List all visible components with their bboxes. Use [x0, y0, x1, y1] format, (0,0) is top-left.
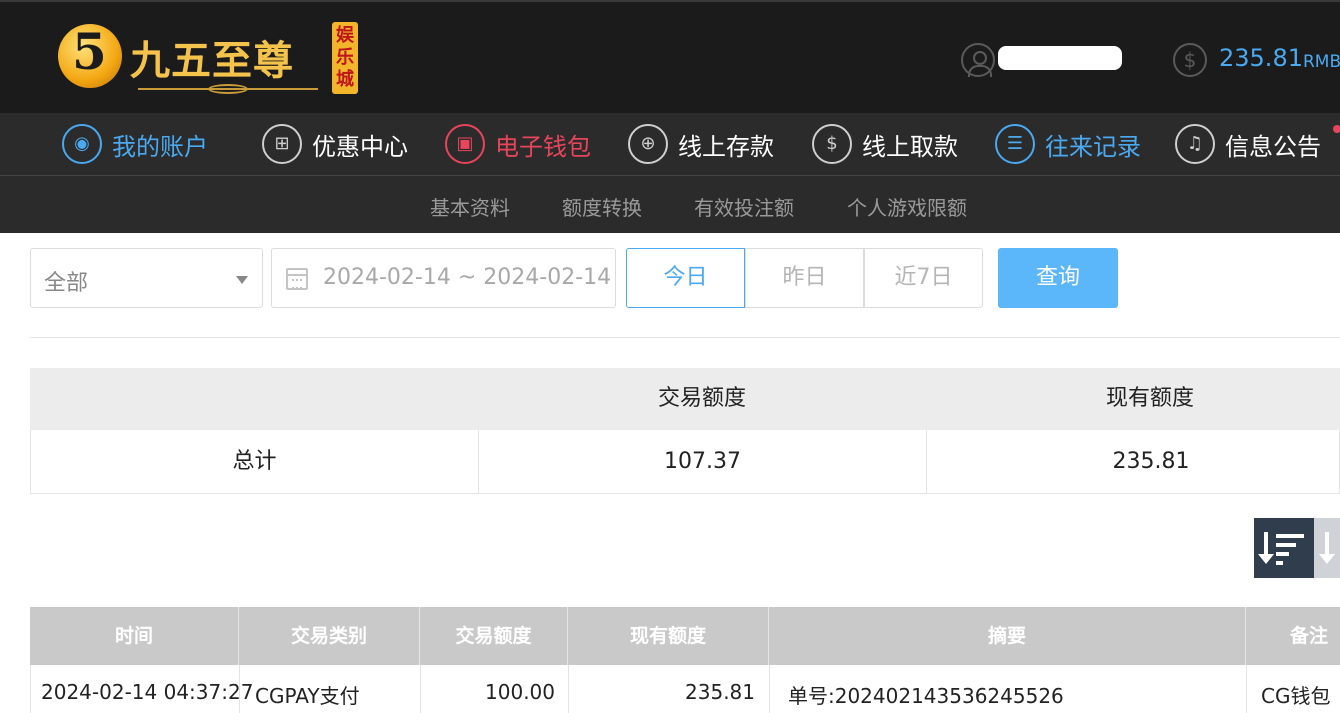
top-header: 5 九五至尊 娱乐城 $ 235.81 RMB — [0, 0, 1340, 113]
nav-label: 信息公告 — [1225, 132, 1321, 161]
col-divider — [568, 665, 569, 713]
user-avatar-icon[interactable] — [961, 43, 995, 77]
quick-7days-button[interactable]: 近7日 — [864, 248, 983, 308]
row-summary: 单号:202402143536245526 — [788, 684, 1064, 708]
nav-label: 线上取款 — [862, 132, 958, 161]
col-balance: 现有额度 — [629, 625, 706, 647]
sort-desc-button[interactable] — [1254, 518, 1314, 578]
col-divider — [769, 665, 770, 713]
date-range-value: 2024-02-14 ~ 2024-02-14 — [323, 265, 612, 290]
summary-transaction-amount: 107.37 — [664, 449, 741, 474]
col-divider — [420, 665, 421, 713]
nav-my-account[interactable]: ◉ 我的账户 — [62, 113, 208, 175]
subnav-game-limits[interactable]: 个人游戏限额 — [847, 192, 967, 221]
col-time: 时间 — [114, 625, 153, 647]
row-note: CG钱包 — [1261, 684, 1331, 708]
balance-dollar-icon: $ — [1173, 43, 1207, 77]
user-icon: ◉ — [62, 124, 102, 164]
row-time: 2024-02-14 04:37:27 — [41, 680, 254, 704]
calendar-icon — [286, 268, 308, 290]
type-select-value: 全部 — [44, 271, 89, 296]
date-range-input[interactable]: 2024-02-14 ~ 2024-02-14 — [271, 248, 616, 308]
col-divider — [1246, 665, 1247, 713]
site-logo[interactable]: 5 九五至尊 娱乐城 — [58, 20, 358, 98]
wallet-icon: ▣ — [445, 124, 485, 164]
query-button[interactable]: 查询 — [998, 248, 1118, 308]
gift-icon: ⊞ — [262, 124, 302, 164]
nav-label: 优惠中心 — [312, 132, 408, 161]
subnav-valid-bets[interactable]: 有效投注额 — [694, 192, 794, 221]
records-icon: ☰ — [995, 124, 1035, 164]
row-amount: 100.00 — [485, 680, 555, 704]
summary-current-amount: 235.81 — [1112, 449, 1190, 474]
summary-header-transaction: 交易额度 — [657, 386, 746, 411]
sort-bar — [1276, 561, 1283, 565]
withdraw-coin-icon: $ — [812, 124, 852, 164]
sort-bar — [1276, 534, 1304, 538]
row-type: CGPAY支付 — [255, 684, 360, 708]
logo-five-glyph: 5 — [72, 22, 107, 81]
bell-icon: ♫ — [1175, 124, 1215, 164]
type-select[interactable]: 全部 — [30, 248, 263, 308]
quick-today-button[interactable]: 今日 — [626, 248, 745, 308]
table-row: 2024-02-14 04:37:27 CGPAY支付 100.00 235.8… — [30, 665, 1340, 713]
sub-nav: 基本资料 额度转换 有效投注额 个人游戏限额 — [0, 175, 1340, 233]
nav-label: 往来记录 — [1045, 132, 1141, 161]
sort-desc-icon — [1258, 532, 1274, 564]
sort-asc-button[interactable] — [1314, 518, 1340, 578]
nav-e-wallet[interactable]: ▣ 电子钱包 — [445, 113, 591, 175]
main-nav: ◉ 我的账户 ⊞ 优惠中心 ▣ 电子钱包 ⊕ 线上存款 $ 线上取款 ☰ 往来记… — [0, 113, 1340, 175]
nav-label: 电子钱包 — [495, 132, 591, 161]
summary-total-row: 总计 107.37 235.81 — [30, 430, 1340, 494]
records-header: 时间 交易类别 交易额度 现有额度 摘要 备注 — [30, 607, 1340, 665]
notification-dot — [1333, 125, 1340, 133]
username-redacted — [998, 46, 1122, 70]
col-note: 备注 — [1289, 625, 1328, 647]
subnav-credit-transfer[interactable]: 额度转换 — [562, 192, 642, 221]
summary-header: 交易额度 现有额度 — [30, 368, 1340, 430]
nav-announcements[interactable]: ♫ 信息公告 — [1175, 113, 1321, 175]
nav-promotions[interactable]: ⊞ 优惠中心 — [262, 113, 408, 175]
logo-ornament-center — [208, 84, 248, 94]
col-summary: 摘要 — [987, 625, 1026, 647]
chevron-down-icon — [236, 276, 248, 284]
logo-subtitle: 娱乐城 — [332, 22, 358, 94]
nav-online-deposit[interactable]: ⊕ 线上存款 — [628, 113, 774, 175]
sort-asc-icon — [1319, 532, 1335, 564]
divider — [30, 337, 1340, 338]
balance-unit: RMB — [1303, 52, 1340, 72]
sort-bar — [1276, 543, 1296, 547]
logo-title: 九五至尊 — [130, 38, 294, 84]
nav-online-withdraw[interactable]: $ 线上取款 — [812, 113, 958, 175]
nav-label: 线上存款 — [678, 132, 774, 161]
nav-label: 我的账户 — [112, 132, 208, 161]
col-type: 交易类别 — [290, 625, 367, 647]
sort-bar — [1276, 552, 1289, 556]
quick-yesterday-button[interactable]: 昨日 — [745, 248, 864, 308]
deposit-icon: ⊕ — [628, 124, 668, 164]
subnav-basic-info[interactable]: 基本资料 — [430, 192, 510, 221]
balance-amount: 235.81 — [1219, 44, 1303, 72]
row-balance: 235.81 — [685, 680, 755, 704]
summary-header-current: 现有额度 — [1105, 386, 1194, 411]
nav-transaction-records[interactable]: ☰ 往来记录 — [995, 113, 1141, 175]
summary-total-label: 总计 — [232, 449, 277, 474]
col-amount: 交易额度 — [455, 625, 532, 647]
col-divider — [239, 665, 240, 713]
